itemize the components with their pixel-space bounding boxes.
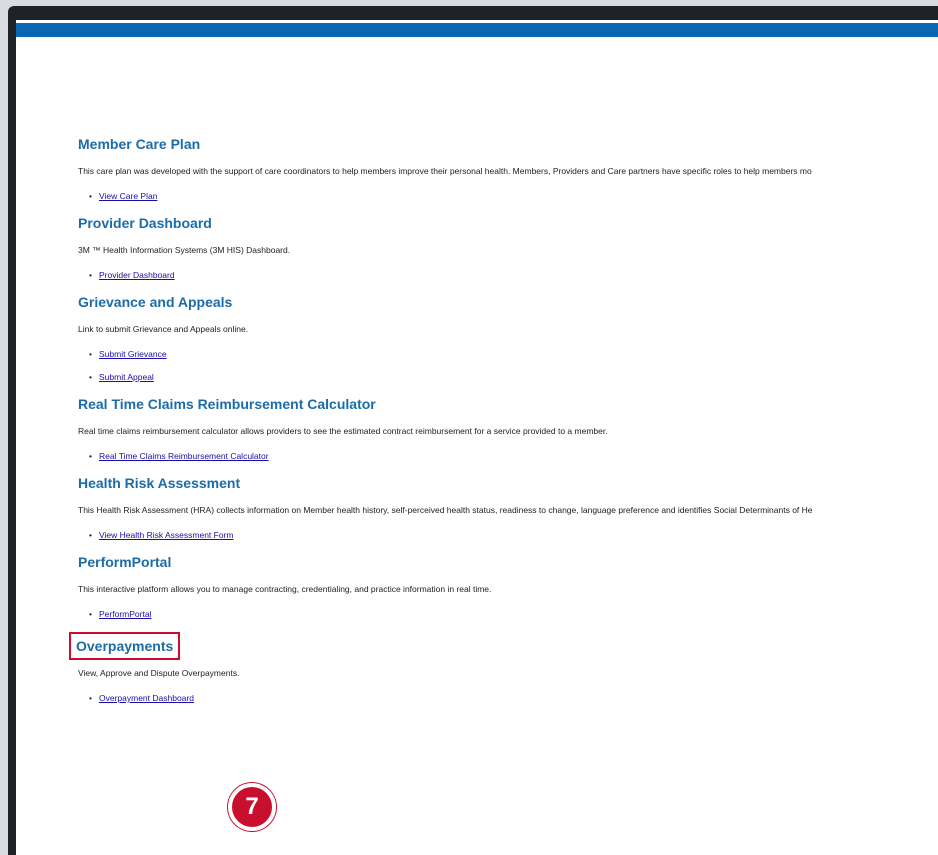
section-member-care-plan: Member Care Plan This care plan was deve… bbox=[78, 135, 938, 202]
section-title-member-care-plan: Member Care Plan bbox=[78, 136, 201, 152]
list-item: • Provider Dashboard bbox=[89, 270, 938, 281]
section-title-grievance-and-appeals: Grievance and Appeals bbox=[78, 294, 233, 310]
section-description-claims-reimbursement-calculator: Real time claims reimbursement calculato… bbox=[78, 426, 608, 436]
bullet-icon: • bbox=[89, 372, 92, 382]
bullet-icon: • bbox=[89, 609, 92, 619]
portal-content: Member Care Plan This care plan was deve… bbox=[69, 135, 938, 716]
list-item: • PerformPortal bbox=[89, 609, 938, 620]
performportal-link[interactable]: PerformPortal bbox=[99, 609, 151, 619]
list-item: • Submit Grievance bbox=[89, 349, 938, 360]
claims-reimbursement-calculator-link[interactable]: Real Time Claims Reimbursement Calculato… bbox=[99, 451, 269, 461]
list-item: • View Care Plan bbox=[89, 191, 938, 202]
section-title-performportal: PerformPortal bbox=[78, 554, 172, 570]
link-list-grievance-and-appeals: • Submit Grievance • Submit Appeal bbox=[78, 349, 938, 383]
section-title-provider-dashboard: Provider Dashboard bbox=[78, 215, 212, 231]
portal-page: Member Care Plan This care plan was deve… bbox=[16, 20, 938, 855]
provider-dashboard-link[interactable]: Provider Dashboard bbox=[99, 270, 175, 280]
section-description-provider-dashboard: 3M ™ Health Information Systems (3M HIS)… bbox=[78, 245, 291, 255]
section-claims-reimbursement-calculator: Real Time Claims Reimbursement Calculato… bbox=[78, 395, 938, 462]
section-description-health-risk-assessment: This Health Risk Assessment (HRA) collec… bbox=[78, 505, 813, 515]
bullet-icon: • bbox=[89, 191, 92, 201]
bullet-icon: • bbox=[89, 349, 92, 359]
link-list-health-risk-assessment: • View Health Risk Assessment Form bbox=[78, 530, 938, 541]
bullet-icon: • bbox=[89, 270, 92, 280]
section-performportal: PerformPortal This interactive platform … bbox=[78, 553, 938, 620]
list-item: • Real Time Claims Reimbursement Calculat… bbox=[89, 451, 938, 462]
section-grievance-and-appeals: Grievance and Appeals Link to submit Gri… bbox=[78, 293, 938, 383]
page: Member Care Plan This care plan was deve… bbox=[0, 0, 938, 855]
section-health-risk-assessment: Health Risk Assessment This Health Risk … bbox=[78, 474, 938, 541]
section-description-performportal: This interactive platform allows you to … bbox=[78, 584, 492, 594]
link-list-provider-dashboard: • Provider Dashboard bbox=[78, 270, 938, 281]
section-title-health-risk-assessment: Health Risk Assessment bbox=[78, 475, 241, 491]
list-item: • Overpayment Dashboard bbox=[89, 693, 938, 704]
section-overpayments: Overpayments View, Approve and Dispute O… bbox=[69, 632, 938, 704]
bullet-icon: • bbox=[89, 451, 92, 461]
header-accent-bar bbox=[16, 23, 938, 37]
bullet-icon: • bbox=[89, 693, 92, 703]
section-provider-dashboard: Provider Dashboard 3M ™ Health Informati… bbox=[78, 214, 938, 281]
section-description-overpayments: View, Approve and Dispute Overpayments. bbox=[78, 668, 240, 678]
section-title-claims-reimbursement-calculator: Real Time Claims Reimbursement Calculato… bbox=[78, 396, 376, 412]
section-description-member-care-plan: This care plan was developed with the su… bbox=[78, 166, 812, 176]
section-description-grievance-and-appeals: Link to submit Grievance and Appeals onl… bbox=[78, 324, 249, 334]
view-hra-form-link[interactable]: View Health Risk Assessment Form bbox=[99, 530, 233, 540]
submit-appeal-link[interactable]: Submit Appeal bbox=[99, 372, 154, 382]
bullet-icon: • bbox=[89, 530, 92, 540]
overpayment-dashboard-link[interactable]: Overpayment Dashboard bbox=[99, 693, 194, 703]
list-item: • Submit Appeal bbox=[89, 372, 938, 383]
link-list-performportal: • PerformPortal bbox=[78, 609, 938, 620]
link-list-claims-reimbursement-calculator: • Real Time Claims Reimbursement Calculat… bbox=[78, 451, 938, 462]
submit-grievance-link[interactable]: Submit Grievance bbox=[99, 349, 167, 359]
step-number-badge: 7 bbox=[228, 783, 276, 831]
view-care-plan-link[interactable]: View Care Plan bbox=[99, 191, 157, 201]
link-list-member-care-plan: • View Care Plan bbox=[78, 191, 938, 202]
section-title-overpayments: Overpayments bbox=[69, 632, 181, 660]
link-list-overpayments: • Overpayment Dashboard bbox=[78, 693, 938, 704]
list-item: • View Health Risk Assessment Form bbox=[89, 530, 938, 541]
